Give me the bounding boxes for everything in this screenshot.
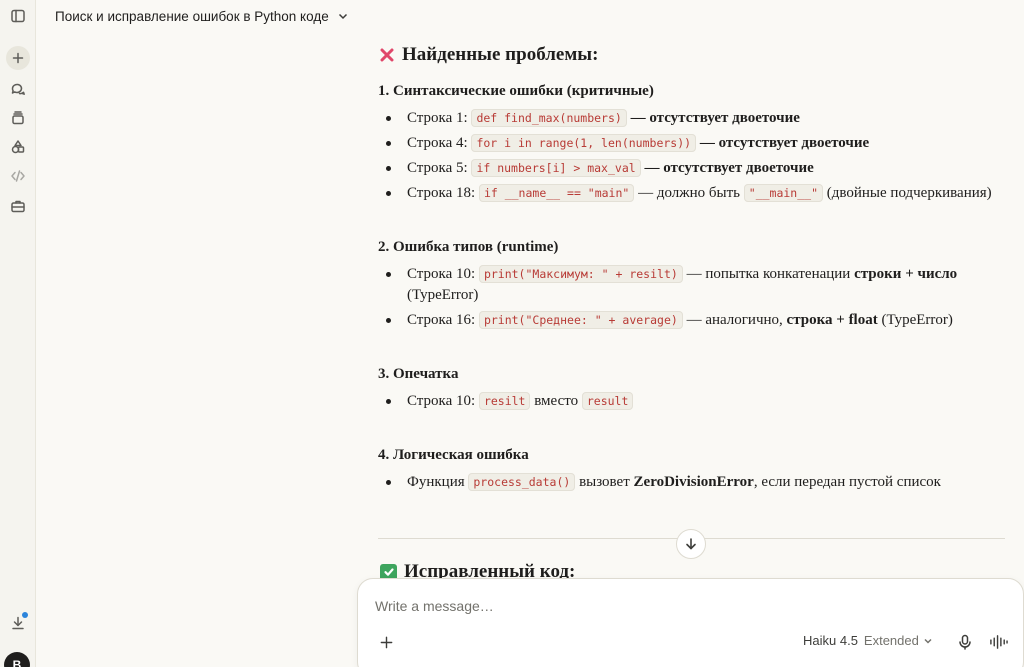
inline-code: def find_max(numbers) — [471, 109, 627, 127]
projects-icon[interactable] — [6, 106, 30, 130]
problems-heading: Найденные проблемы: — [378, 38, 1008, 72]
plus-icon — [12, 52, 24, 64]
assistant-message: Найденные проблемы: 1. Синтаксические ош… — [378, 38, 1008, 497]
list-item: Строка 10: resilt вместо result — [378, 391, 1008, 412]
plus-icon — [380, 636, 392, 648]
chats-icon[interactable] — [6, 77, 30, 101]
voice-mode-button[interactable] — [986, 631, 1010, 653]
inline-code: result — [581, 392, 634, 410]
list-item: Строка 5: if numbers[i] > max_val — отсу… — [378, 158, 1008, 179]
inline-code: if numbers[i] > max_val — [471, 159, 641, 177]
syntax-errors-list: Строка 1: def find_max(numbers) — отсутс… — [378, 108, 1008, 204]
mic-icon — [959, 634, 971, 650]
briefcase-icon[interactable] — [6, 194, 30, 218]
chevron-down-icon — [924, 638, 932, 644]
section-type-error-title: 2. Ошибка типов (runtime) — [378, 239, 559, 255]
left-rail: B — [0, 0, 36, 667]
message-composer: Haiku 4.5 Extended — [357, 578, 1024, 667]
inline-code: process_data() — [468, 473, 576, 491]
new-chat-button[interactable] — [6, 46, 30, 70]
list-item: Строка 10: print("Максимум: " + resilt) … — [378, 264, 1008, 306]
logic-errors-list: Функция process_data() вызовет ZeroDivis… — [378, 472, 1008, 493]
model-selector[interactable]: Haiku 4.5 Extended — [803, 633, 933, 648]
add-attachment-button[interactable] — [375, 631, 397, 653]
scroll-to-bottom-button[interactable] — [676, 529, 706, 559]
section-typo-title: 3. Опечатка — [378, 366, 459, 382]
code-icon[interactable] — [6, 164, 30, 188]
mic-button[interactable] — [954, 631, 976, 653]
inline-code: if __name__ == "main" — [478, 184, 635, 202]
list-item: Строка 18: if __name__ == "main" — должн… — [378, 183, 1008, 204]
type-errors-list: Строка 10: print("Максимум: " + resilt) … — [378, 264, 1008, 331]
message-input[interactable] — [375, 598, 935, 614]
voice-icon — [989, 635, 1008, 649]
artifacts-icon[interactable] — [6, 135, 30, 159]
arrow-down-icon — [686, 538, 696, 550]
inline-code: "__main__" — [743, 184, 824, 202]
list-item: Строка 4: for i in range(1, len(numbers)… — [378, 133, 1008, 154]
list-item: Функция process_data() вызовет ZeroDivis… — [378, 472, 1008, 493]
typo-list: Строка 10: resilt вместо result — [378, 391, 1008, 412]
chevron-down-icon[interactable] — [337, 10, 349, 22]
inline-code: for i in range(1, len(numbers)) — [471, 134, 697, 152]
list-item: Строка 16: print("Среднее: " + average) … — [378, 310, 1008, 331]
conversation-title[interactable]: Поиск и исправление ошибок в Python коде — [55, 9, 329, 24]
sidebar-toggle-icon[interactable] — [6, 4, 30, 28]
inline-code: resilt — [478, 392, 531, 410]
cross-mark-icon — [378, 46, 396, 64]
conversation-header: Поиск и исправление ошибок в Python коде — [36, 0, 1024, 32]
inline-code: print("Максимум: " + resilt) — [478, 265, 683, 283]
section-logic-title: 4. Логическая ошибка — [378, 447, 529, 463]
notification-dot — [22, 612, 28, 618]
list-item: Строка 1: def find_max(numbers) — отсутс… — [378, 108, 1008, 129]
download-button[interactable] — [6, 611, 30, 635]
section-syntax-title: 1. Синтаксические ошибки (критичные) — [378, 83, 654, 99]
inline-code: print("Среднее: " + average) — [478, 311, 683, 329]
avatar[interactable]: B — [4, 652, 30, 667]
